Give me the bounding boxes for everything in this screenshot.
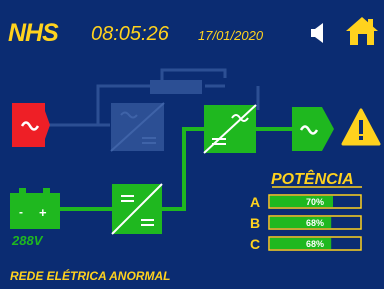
bypass-switch-block (150, 80, 202, 94)
battery-voltage: 288V (11, 233, 44, 248)
power-phase-row: B 68% (250, 215, 362, 231)
current-date: 17/01/2020 (198, 28, 264, 43)
power-phase-list: A 70% B 68% C 68% (250, 194, 362, 252)
battery-plus: + (39, 205, 47, 220)
phase-label: C (250, 236, 260, 252)
phase-value: 68% (306, 218, 324, 228)
phase-value: 68% (306, 239, 324, 249)
home-icon[interactable] (346, 17, 378, 45)
power-phase-row: A 70% (250, 194, 362, 210)
speaker-icon[interactable] (311, 23, 323, 43)
phase-label: B (250, 215, 260, 231)
power-title: POTÊNCIA (271, 169, 354, 188)
ups-screen: NHS 08:05:26 17/01/2020 - + 288V POTÊNCI… (8, 17, 381, 283)
phase-label: A (250, 194, 260, 210)
ac-input-alarm-icon (12, 103, 50, 147)
power-phase-row: C 68% (250, 236, 362, 252)
clock-time: 08:05:26 (91, 23, 170, 45)
warning-icon[interactable] (341, 108, 381, 146)
battery-icon: - + (10, 188, 60, 229)
nhs-logo: NHS (8, 19, 59, 47)
battery-minus: - (19, 205, 23, 219)
booster-icon (111, 183, 163, 235)
rectifier-inactive (110, 102, 165, 152)
ac-output-icon (292, 107, 334, 151)
inverter-icon (203, 104, 257, 154)
phase-value: 70% (306, 197, 324, 207)
status-message: REDE ELÉTRICA ANORMAL (10, 268, 170, 283)
